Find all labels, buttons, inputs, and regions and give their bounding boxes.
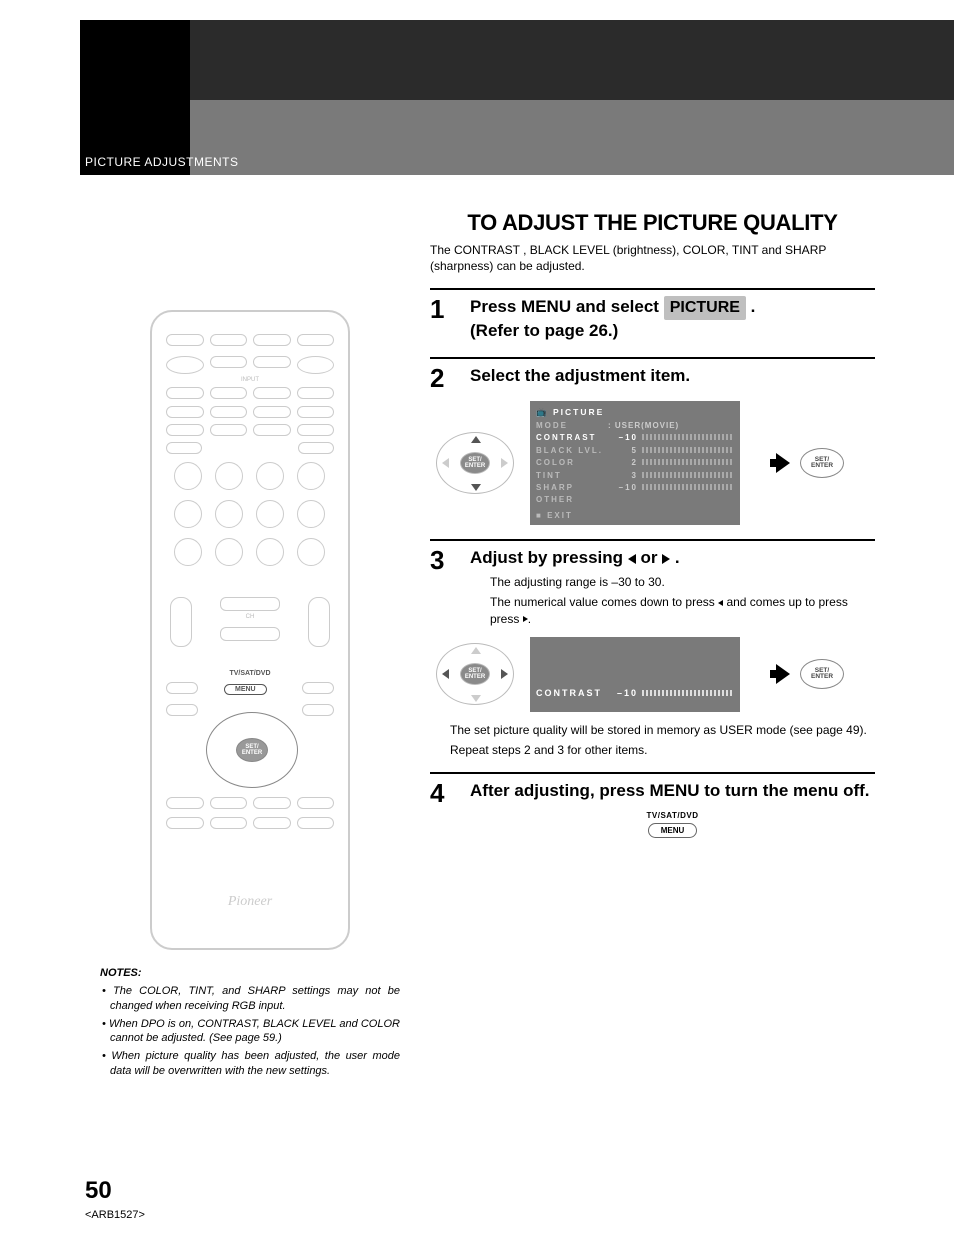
dpad-icon: SET/ENTER [430, 426, 520, 501]
arrow-right-icon [776, 664, 790, 684]
step-number: 4 [430, 780, 456, 838]
step-3-repeat: Repeat steps 2 and 3 for other items. [450, 742, 875, 758]
page-title: TO ADJUST THE PICTURE QUALITY [430, 210, 875, 236]
doc-code: <ARB1527> [85, 1209, 145, 1221]
step-number: 2 [430, 365, 456, 391]
note-item: When DPO is on, CONTRAST, BLACK LEVEL an… [100, 1017, 400, 1047]
step-3-note: The set picture quality will be stored i… [450, 722, 875, 738]
note-item: When picture quality has been adjusted, … [100, 1049, 400, 1079]
right-arrow-icon [662, 554, 670, 564]
notes-heading: NOTES: [100, 966, 400, 981]
menu-button: MENU [648, 823, 698, 838]
step-1-title: Press MENU and select PICTURE . (Refer t… [470, 296, 875, 343]
dpad-icon: SET/ENTER [430, 637, 520, 712]
osd-picture-menu: 📺 PICTURE MODE: USER(MOVIE) CONTRAST–10 … [530, 401, 740, 525]
step-number: 3 [430, 547, 456, 627]
step-2-diagram: SET/ENTER 📺 PICTURE MODE: USER(MOVIE) CO… [430, 401, 875, 525]
step-3-range: The adjusting range is –30 to 30. [490, 574, 875, 590]
intro-text: The CONTRAST , BLACK LEVEL (brightness),… [430, 242, 875, 274]
picture-badge: PICTURE [664, 296, 746, 320]
note-item: The COLOR, TINT, and SHARP settings may … [100, 984, 400, 1014]
step-3-title: Adjust by pressing or . [470, 547, 875, 570]
page-number: 50 [85, 1177, 112, 1205]
top-bar [80, 20, 954, 100]
menu-button-diagram: TV/SAT/DVD MENU [470, 811, 875, 838]
notes-block: NOTES: The COLOR, TINT, and SHARP settin… [100, 966, 400, 1079]
section-label: PICTURE ADJUSTMENTS [85, 155, 239, 169]
set-enter-button: SET/ENTER [800, 448, 844, 478]
step-3-diagram: SET/ENTER CONTRAST–10 SET/ENTER [430, 637, 875, 712]
step-number: 1 [430, 296, 456, 343]
step-4-title: After adjusting, press MENU to turn the … [470, 780, 875, 803]
set-enter-button: SET/ENTER [800, 659, 844, 689]
remote-illustration: INPUT CH TV/SAT/DVD MENU [150, 310, 350, 950]
remote-menu-button: MENU [224, 684, 267, 695]
osd-contrast-bar: CONTRAST–10 [530, 637, 740, 712]
left-arrow-icon [628, 554, 636, 564]
arrow-right-icon [776, 453, 790, 473]
step-3-desc: The numerical value comes down to press … [490, 594, 875, 626]
remote-tv-label: TV/SAT/DVD [152, 670, 348, 677]
brand-logo: Pioneer [152, 894, 348, 910]
step-2-title: Select the adjustment item. [470, 365, 875, 388]
